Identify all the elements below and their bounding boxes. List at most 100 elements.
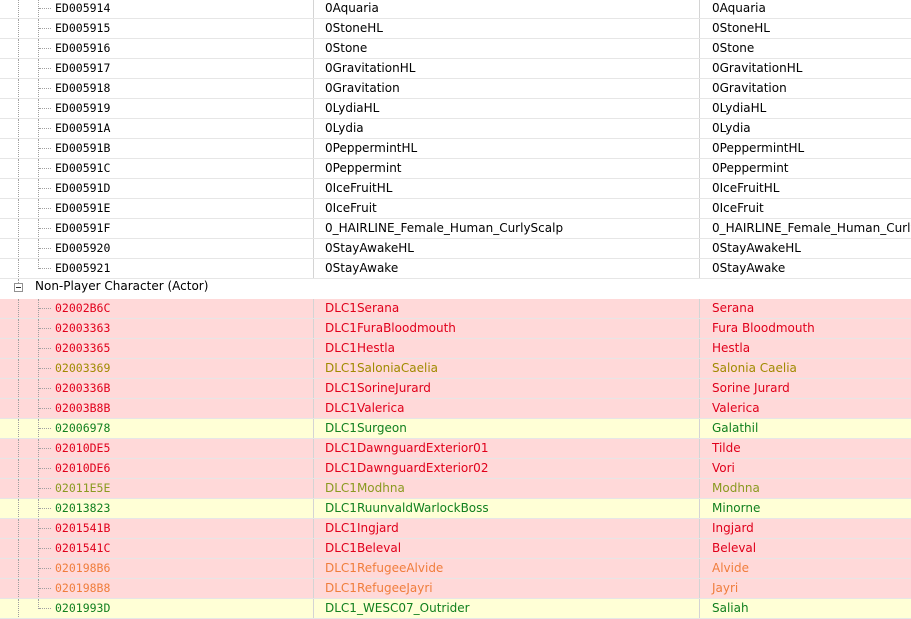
formid-cell: ED00591E [0,199,314,218]
table-row[interactable]: 020198B6 DLC1RefugeeAlvide Alvide [0,559,911,579]
formid-text: 02003369 [55,361,111,375]
name-cell: Serana [712,301,755,315]
formid-text: ED005914 [55,1,111,15]
table-row[interactable]: 0201541B DLC1Ingjard Ingjard [0,519,911,539]
tree-guide-line [18,159,19,178]
formid-text: ED005918 [55,81,111,95]
table-row[interactable]: ED00591E 0IceFruit 0IceFruit [0,199,911,219]
editor-id-cell: 0Stone [314,39,700,58]
table-row[interactable]: ED005920 0StayAwakeHL 0StayAwakeHL [0,239,911,259]
tree-guide-line [18,399,19,418]
editor-id-cell: DLC1FuraBloodmouth [314,319,700,338]
formid-text: ED005916 [55,41,111,55]
name-cell: Sorine Jurard [712,381,790,395]
editor-id-cell: 0IceFruit [314,199,700,218]
formid-text: 0200336B [55,381,111,395]
tree-guide-line [18,599,19,618]
table-row[interactable]: ED005914 0Aquaria 0Aquaria [0,0,911,19]
tree-branch-line [39,408,51,409]
table-row[interactable]: 020198B8 DLC1RefugeeJayri Jayri [0,579,911,599]
table-row[interactable]: 02010DE6 DLC1DawnguardExterior02 Vori [0,459,911,479]
name-cell: 0Lydia [712,121,751,135]
table-row[interactable]: ED005919 0LydiaHL 0LydiaHL [0,99,911,119]
table-row[interactable]: 02011E5E DLC1Modhna Modhna [0,479,911,499]
tree-guide-line [18,0,19,18]
editor-id-cell: DLC1Hestla [314,339,700,358]
formid-cell: 02010DE5 [0,439,314,458]
table-row[interactable]: ED005917 0GravitationHL 0GravitationHL [0,59,911,79]
table-row[interactable]: 0200336B DLC1SorineJurard Sorine Jurard [0,379,911,399]
editor-id-cell: 0PeppermintHL [314,139,700,158]
tree-branch-line [39,568,51,569]
name-cell: Minorne [712,501,761,515]
editor-id-cell: 0LydiaHL [314,99,700,118]
formid-cell: 0201541B [0,519,314,538]
table-row[interactable]: 02003365 DLC1Hestla Hestla [0,339,911,359]
table-row[interactable]: 02003369 DLC1SaloniaCaelia Salonia Caelia [0,359,911,379]
collapse-toggle-icon[interactable] [14,283,23,292]
editor-id-cell: DLC1Beleval [314,539,700,558]
tree-guide-line [18,539,19,558]
tree-guide-line [18,119,19,138]
table-row[interactable]: ED005915 0StoneHL 0StoneHL [0,19,911,39]
formid-text: 02011E5E [55,481,111,495]
editor-id-cell: DLC1Ingjard [314,519,700,538]
formid-text: ED00591D [55,181,111,195]
table-row[interactable]: ED00591F 0_HAIRLINE_Female_Human_CurlySca… [0,219,911,239]
formid-cell: ED00591D [0,179,314,198]
formid-cell: 02006978 [0,419,314,438]
formid-cell: ED00591A [0,119,314,138]
formid-cell: 0201993D [0,599,314,618]
table-row[interactable]: ED00591B 0PeppermintHL 0PeppermintHL [0,139,911,159]
editor-id-cell: DLC1Valerica [314,399,700,418]
table-row[interactable]: ED005921 0StayAwake 0StayAwake [0,259,911,279]
tree-guide-line [18,59,19,78]
table-row[interactable]: 0201993D DLC1_WESC07_Outrider Saliah [0,599,911,619]
name-cell: 0_HAIRLINE_Female_Human_CurlySc... [712,221,911,235]
formid-text: ED005921 [55,261,111,275]
tree-branch-line [39,328,51,329]
table-row[interactable]: 02003B8B DLC1Valerica Valerica [0,399,911,419]
table-row[interactable]: ED00591A 0Lydia 0Lydia [0,119,911,139]
tree-branch-line [39,428,51,429]
table-row[interactable]: 02002B6C DLC1Serana Serana [0,299,911,319]
formid-text: ED00591F [55,221,111,235]
formid-text: 02003363 [55,321,111,335]
table-row[interactable]: ED00591D 0IceFruitHL 0IceFruitHL [0,179,911,199]
editor-id-cell: DLC1RefugeeJayri [314,579,700,598]
name-cell: 0StayAwakeHL [712,241,801,255]
formid-text: 02010DE6 [55,461,111,475]
table-row[interactable]: ED005916 0Stone 0Stone [0,39,911,59]
tree-branch-line [39,228,51,229]
name-cell: 0Stone [712,41,755,55]
tree-guide-line [18,439,19,458]
tree-guide-line [18,319,19,338]
tree-branch-line [39,388,51,389]
formid-cell: 0200336B [0,379,314,398]
tree-guide-line [18,559,19,578]
table-row[interactable]: 02013823 DLC1RuunvaldWarlockBoss Minorne [0,499,911,519]
table-row[interactable]: ED00591C 0Peppermint 0Peppermint [0,159,911,179]
editor-id-cell: DLC1DawnguardExterior01 [314,439,700,458]
editor-id-cell: 0IceFruitHL [314,179,700,198]
table-row[interactable]: 0201541C DLC1Beleval Beleval [0,539,911,559]
formid-cell: ED00591F [0,219,314,238]
formid-text: 0201993D [55,601,111,615]
tree-guide-line [18,279,19,283]
name-cell: 0GravitationHL [712,61,803,75]
tree-guide-line [18,519,19,538]
formid-cell: ED005921 [0,259,314,278]
editor-id-cell: DLC1SaloniaCaelia [314,359,700,378]
table-row[interactable]: ED005918 0Gravitation 0Gravitation [0,79,911,99]
tree-guide-line [18,39,19,58]
table-row[interactable]: 02010DE5 DLC1DawnguardExterior01 Tilde [0,439,911,459]
name-cell: Ingjard [712,521,754,535]
name-cell: Salonia Caelia [712,361,797,375]
record-tree-view[interactable]: ED005914 0Aquaria 0Aquaria ED005915 0StoneHL… [0,0,911,619]
table-row[interactable]: 02006978 DLC1Surgeon Galathil [0,419,911,439]
formid-text: 0201541C [55,541,111,555]
table-row[interactable]: 02003363 DLC1FuraBloodmouth Fura Bloodmout… [0,319,911,339]
group-header-npc[interactable]: Non-Player Character (Actor) [0,279,911,299]
tree-guide-line [18,379,19,398]
tree-guide-line [18,459,19,478]
